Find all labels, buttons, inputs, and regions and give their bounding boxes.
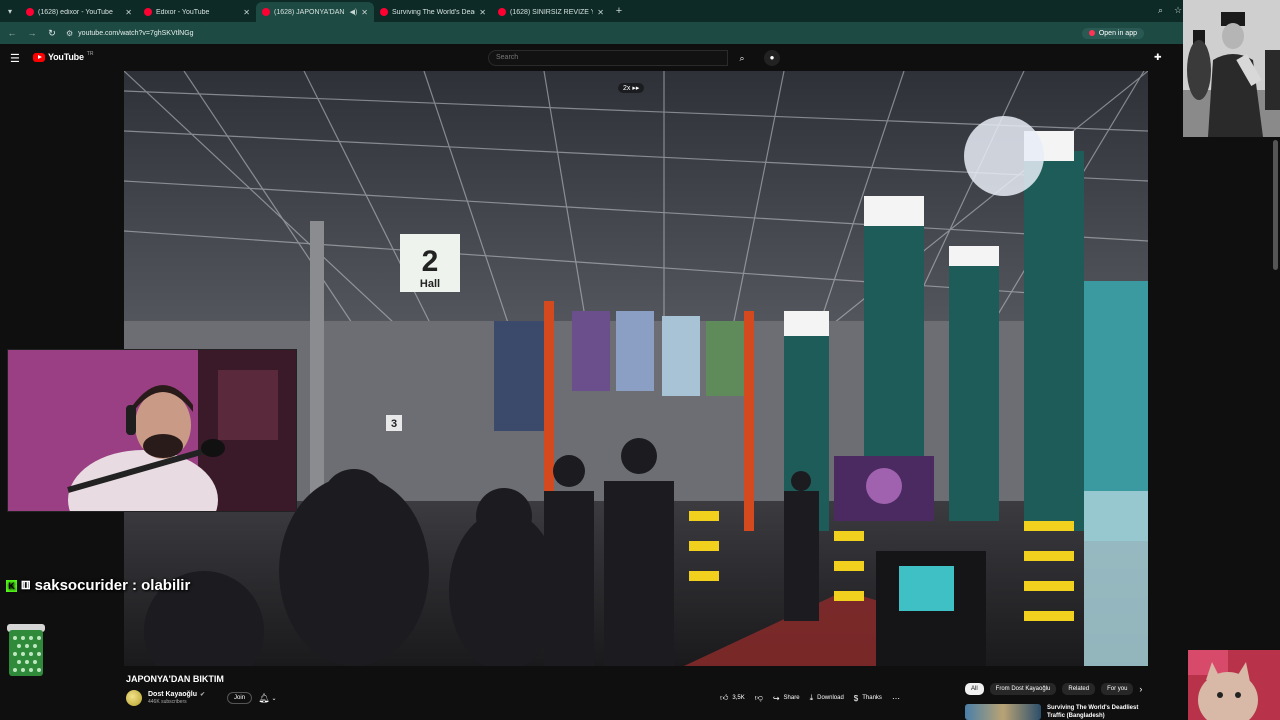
bell-icon: 🔔︎ [258,692,270,703]
browser-tab-strip: ▾ (1628) edixor - YouTube ✕ Edixor - You… [0,0,1280,22]
thanks-label: Thanks [862,695,882,701]
related-title[interactable]: Surviving The World's Deadliest Traffic … [1047,704,1157,720]
streamer-webcam [7,349,297,512]
close-tab-icon[interactable]: ✕ [125,8,132,17]
kick-badge-icon: K [6,579,17,592]
app-icon [1088,30,1095,36]
zoom-search-icon[interactable]: ⌕ [1158,5,1163,16]
youtube-favicon-icon [144,8,152,16]
webcam-image [8,350,296,511]
chevron-down-icon: ⌄ [271,695,277,702]
dice-badge-icon: ⚅ [21,580,31,592]
close-tab-icon[interactable]: ✕ [243,8,250,17]
thanks-button[interactable]: $ Thanks [854,692,882,705]
close-tab-icon[interactable]: ✕ [597,8,604,17]
reload-icon[interactable]: ↻ [46,28,58,39]
close-tab-icon[interactable]: ✕ [479,8,486,17]
hall-sign-label: Hall [420,278,440,290]
tab-title: Surviving The World's Deadlie [392,8,475,16]
youtube-header: ☰ YouTube TR Search ⌕ ● ✚ [0,44,1280,71]
hall-sign-number: 2 [422,245,439,278]
tab-search-icon[interactable]: ▾ [0,0,20,22]
like-icon: 👍︎ [720,693,729,702]
channel-row: Dost Kayaoğlu ✔ 446K subscribers Join 🔔︎… [126,690,277,706]
chat-message-overlay: K ⚅ saksocurider : olabilir [6,577,190,594]
tab-title: (1628) JAPONYA'DAN BIKT [274,8,346,16]
related-video-item[interactable]: Surviving The World's Deadliest Traffic … [965,704,1157,720]
cat-cam-overlay [1188,650,1280,720]
channel-info: Dost Kayaoğlu ✔ 446K subscribers [148,691,205,705]
dislike-icon: 👎︎ [754,693,763,702]
bookmark-star-icon[interactable]: ☆ [1174,5,1182,16]
screen: ▾ (1628) edixor - YouTube ✕ Edixor - You… [0,0,1280,720]
open-in-app-button[interactable]: Open in app [1081,27,1144,39]
browser-tab-3-active[interactable]: (1628) JAPONYA'DAN BIKT ◀) ✕ [256,2,374,22]
chip-all[interactable]: All [965,683,984,695]
chip-for-you[interactable]: For you [1101,683,1134,695]
country-code: TR [86,51,94,57]
like-button[interactable]: 👍︎ 3,5K [720,691,745,705]
youtube-favicon-icon [262,8,270,16]
youtube-favicon-icon [26,8,34,16]
browser-tab-4[interactable]: Surviving The World's Deadlie ✕ [374,2,492,22]
pillar-number: 3 [391,418,397,430]
address-bar: ← → ↻ ⚙ youtube.com/watch?v=7ghSKVtlNGg … [0,22,1280,44]
tab-title: Edixor - YouTube [156,8,210,16]
share-button[interactable]: ↪ Share [773,692,800,705]
verified-icon: ✔ [200,692,206,698]
thanks-icon: $ [853,693,859,703]
close-tab-icon[interactable]: ✕ [361,8,368,17]
download-button[interactable]: ⤓ Download [810,691,844,705]
chat-text: : olabilir [131,577,191,594]
create-icon[interactable]: ✚ [1154,52,1162,63]
subscriber-count: 446K subscribers [148,699,187,705]
join-button[interactable]: Join [227,692,253,704]
back-icon[interactable]: ← [6,28,18,38]
youtube-favicon-icon [380,8,388,16]
chat-username: saksocurider [34,577,128,594]
menu-icon[interactable]: ☰ [10,52,20,65]
playback-speed-indicator: 2x ▸▸ [618,83,645,93]
dislike-button[interactable]: 👎︎ [755,691,763,705]
youtube-logo[interactable]: YouTube TR [33,51,94,62]
youtube-favicon-icon [498,8,506,16]
channel-avatar[interactable] [126,690,142,706]
like-count: 3,5K [732,695,745,701]
video-title: JAPONYA'DAN BIKTIM [126,674,224,684]
subscribe-bell-button[interactable]: 🔔︎ ⌄ [258,693,276,704]
chevron-right-icon[interactable]: › [1139,684,1142,694]
channel-name-row[interactable]: Dost Kayaoğlu ✔ [148,691,205,698]
browser-tab-5[interactable]: (1628) SINIRSIZ REVIZE YAZIYO ✕ [492,2,610,22]
new-tab-button[interactable]: + [610,5,628,17]
video-actions: 👍︎ 3,5K 👎︎ ↪ Share ⤓ Download $ Thanks ⋯ [720,691,900,705]
historical-photo-overlay [1183,0,1280,137]
speaker-icon[interactable]: ◀) [350,8,358,16]
tab-title: (1628) SINIRSIZ REVIZE YAZIYO [510,8,594,16]
related-thumbnail[interactable] [965,704,1041,720]
download-label: Download [817,695,844,701]
cup-image [7,624,45,676]
page-scrollbar[interactable] [1273,140,1278,270]
more-icon[interactable]: ⋯ [892,694,900,703]
chip-related[interactable]: Related [1062,683,1096,695]
download-icon: ⤓ [809,693,814,702]
share-label: Share [783,695,800,701]
recommendation-chips: All From Dost Kayaoğlu Related For you › [965,683,1142,695]
mic-icon[interactable]: ● [764,50,780,66]
youtube-logo-icon [33,52,45,62]
url-text: youtube.com/watch?v=7ghSKVtlNGg [78,29,194,37]
site-info-icon[interactable]: ⚙ [66,29,73,38]
channel-name[interactable]: Dost Kayaoğlu [148,691,197,698]
share-icon: ↪ [772,693,780,703]
browser-tab-1[interactable]: (1628) edixor - YouTube ✕ [20,2,138,22]
search-icon[interactable]: ⌕ [730,50,754,66]
chip-from-channel[interactable]: From Dost Kayaoğlu [989,683,1057,695]
open-in-app-label: Open in app [1098,29,1137,37]
search-input[interactable]: Search [488,50,728,66]
forward-icon[interactable]: → [26,28,38,38]
url-field[interactable]: ⚙ youtube.com/watch?v=7ghSKVtlNGg [66,29,1074,38]
youtube-logo-text: YouTube [48,52,84,62]
tab-title: (1628) edixor - YouTube [38,8,113,16]
browser-tab-2[interactable]: Edixor - YouTube ✕ [138,2,256,22]
